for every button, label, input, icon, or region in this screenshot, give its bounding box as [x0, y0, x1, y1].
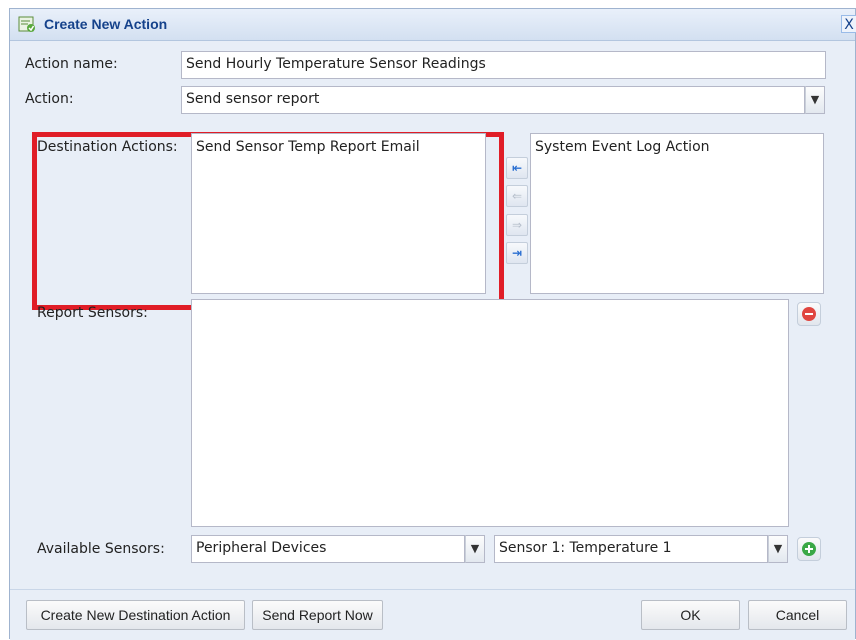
available-sensors-label: Available Sensors:	[37, 541, 165, 557]
move-all-left-button[interactable]: ⇤	[506, 157, 528, 179]
cancel-button[interactable]: Cancel	[748, 600, 847, 630]
create-destination-action-button[interactable]: Create New Destination Action	[26, 600, 245, 630]
ok-button[interactable]: OK	[641, 600, 740, 630]
dialog-title: Create New Action	[44, 16, 168, 32]
action-dropdown-trigger[interactable]: ▼	[805, 86, 825, 114]
sensor-dropdown-trigger[interactable]: ▼	[768, 535, 788, 563]
double-arrow-right-icon: ⇥	[511, 246, 523, 260]
sensor-select[interactable]: Sensor 1: Temperature 1	[494, 535, 768, 563]
action-label: Action:	[25, 91, 74, 107]
action-name-label: Action name:	[25, 56, 118, 72]
arrow-right-icon: ⇒	[511, 218, 523, 232]
chevron-down-icon: ▼	[773, 542, 783, 555]
double-arrow-left-icon: ⇤	[511, 161, 523, 175]
close-button[interactable]: X	[841, 15, 856, 33]
add-sensor-button[interactable]	[797, 537, 821, 561]
remove-sensor-button[interactable]	[797, 302, 821, 326]
dialog-footer: Create New Destination Action Send Repor…	[10, 589, 855, 640]
create-action-dialog: Create New Action X Action name: Send Ho…	[9, 8, 856, 640]
send-report-now-button[interactable]: Send Report Now	[252, 600, 383, 630]
list-item[interactable]: System Event Log Action	[531, 134, 823, 160]
sensor-group-select[interactable]: Peripheral Devices	[191, 535, 465, 563]
arrow-left-icon: ⇐	[511, 189, 523, 203]
close-icon: X	[844, 17, 854, 33]
list-item[interactable]: Send Sensor Temp Report Email	[192, 134, 485, 160]
move-all-right-button[interactable]: ⇥	[506, 242, 528, 264]
action-select[interactable]: Send sensor report	[181, 86, 805, 114]
action-name-input[interactable]: Send Hourly Temperature Sensor Readings	[181, 51, 826, 79]
chevron-down-icon: ▼	[810, 93, 820, 106]
destination-available-list[interactable]: System Event Log Action	[530, 133, 824, 294]
action-icon	[18, 16, 35, 32]
sensor-group-dropdown-trigger[interactable]: ▼	[465, 535, 485, 563]
dialog-titlebar[interactable]: Create New Action X	[10, 9, 856, 41]
chevron-down-icon: ▼	[470, 542, 480, 555]
destination-actions-label: Destination Actions:	[37, 139, 178, 155]
report-sensors-label: Report Sensors:	[37, 305, 148, 321]
move-left-button[interactable]: ⇐	[506, 185, 528, 207]
destination-selected-list[interactable]: Send Sensor Temp Report Email	[191, 133, 486, 294]
move-right-button[interactable]: ⇒	[506, 214, 528, 236]
report-sensors-list[interactable]	[191, 299, 789, 527]
